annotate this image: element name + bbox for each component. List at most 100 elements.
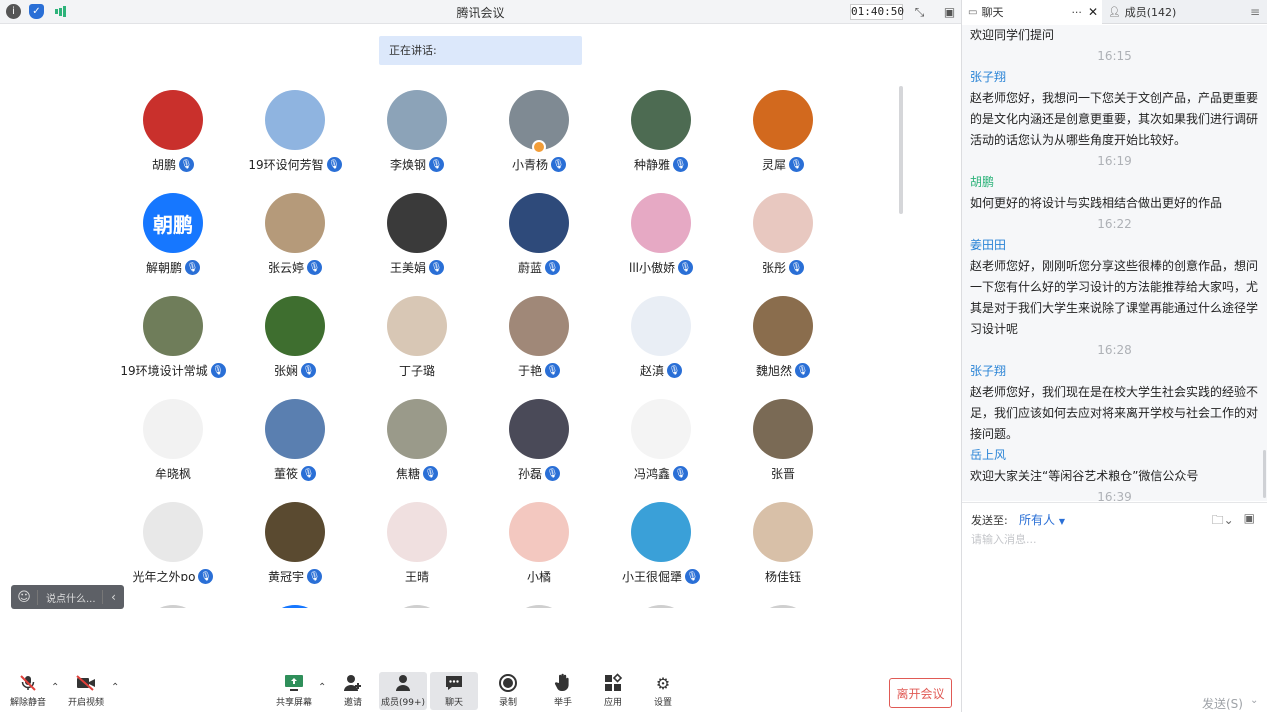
chevron-up-icon[interactable]: ⌃ xyxy=(111,682,119,693)
participant-name-row: 张云婷 🎙︎ xyxy=(234,259,356,276)
comment-box[interactable]: ☺ 说点什么... ‹ xyxy=(11,585,124,609)
avatar xyxy=(265,90,325,150)
participant-tile[interactable]: 张彤 🎙︎ xyxy=(722,191,842,287)
layout-toggle-icon[interactable]: ▣ xyxy=(941,4,958,20)
participant-name: 牟晓枫 xyxy=(154,467,191,481)
participant-name: 胡鹏 xyxy=(151,158,176,172)
participant-tile[interactable]: 小青杨 🎙︎ xyxy=(478,88,600,184)
participant-name: 黄冠宇 xyxy=(267,570,304,584)
participant-tile[interactable]: 光年之外ɒo 🎙︎ xyxy=(112,500,234,596)
chevron-up-icon[interactable]: ⌃ xyxy=(318,682,326,693)
participant-name: 张晋 xyxy=(770,467,795,481)
participant-tile[interactable]: 小王很倔犟 🎙︎ xyxy=(600,500,722,596)
raise-hand-button[interactable]: 举手 xyxy=(539,672,587,710)
mic-icon: 🎙︎ xyxy=(789,157,804,172)
participant-tile[interactable]: 牟晓枫 xyxy=(112,397,234,493)
participant-tile[interactable] xyxy=(234,603,356,608)
screenshot-icon[interactable]: ▣ xyxy=(1244,511,1255,532)
settings-button[interactable]: ⚙ 设置 xyxy=(639,672,687,710)
meeting-window: i ✓ 腾讯会议 01:40:50 ⤡ ▣ 正在讲话: 胡鹏 🎙︎ 19环设何芳智 🎙… xyxy=(0,0,1267,712)
send-target-dropdown[interactable]: 所有人 ▼ xyxy=(1019,511,1065,528)
avatar xyxy=(753,502,813,562)
mic-icon: 🎙︎ xyxy=(198,569,214,584)
emoji-icon[interactable]: ☺ xyxy=(11,590,37,605)
participant-tile[interactable]: 李焕钢 🎙︎ xyxy=(356,88,478,184)
leave-meeting-button[interactable]: 离开会议 xyxy=(889,678,952,708)
participant-name: 种静雅 xyxy=(633,158,670,172)
participant-tile[interactable]: 魏旭然 🎙︎ xyxy=(722,294,842,390)
comment-input[interactable]: 说点什么... xyxy=(37,589,102,605)
participant-tile[interactable]: 黄冠宇 🎙︎ xyxy=(234,500,356,596)
participant-tile[interactable]: 张云婷 🎙︎ xyxy=(234,191,356,287)
participant-tile[interactable]: 小橘 xyxy=(478,500,600,596)
participant-tile[interactable]: 蔚蓝 🎙︎ xyxy=(478,191,600,287)
speaking-banner: 正在讲话: xyxy=(379,36,582,65)
avatar xyxy=(265,502,325,562)
participant-tile[interactable]: 灵犀 🎙︎ xyxy=(722,88,842,184)
window-title: 腾讯会议 xyxy=(456,6,505,20)
participant-name-row: 灵犀 🎙︎ xyxy=(722,156,842,173)
collapse-icon[interactable]: ‹ xyxy=(102,590,124,604)
mic-icon: 🎙︎ xyxy=(307,260,322,275)
invite-button[interactable]: 邀请 xyxy=(329,672,377,710)
participant-tile[interactable] xyxy=(478,603,600,608)
avatar xyxy=(631,296,691,356)
more-icon[interactable]: ··· xyxy=(1071,6,1082,19)
avatar xyxy=(265,399,325,459)
participant-tile[interactable]: 胡鹏 🎙︎ xyxy=(112,88,234,184)
participant-tile[interactable]: 张晋 xyxy=(722,397,842,493)
close-icon[interactable]: ✕ xyxy=(1088,5,1098,19)
avatar xyxy=(265,605,325,608)
apps-icon xyxy=(602,672,624,694)
participant-tile[interactable]: 杨佳钰 xyxy=(722,500,842,596)
chevron-up-icon[interactable]: ⌃ xyxy=(51,682,59,693)
participant-tile[interactable]: 张娴 🎙︎ xyxy=(234,294,356,390)
participant-tile[interactable] xyxy=(722,603,842,608)
participant-tile[interactable]: lll小傲娇 🎙︎ xyxy=(600,191,722,287)
participant-tile[interactable]: 赵滇 🎙︎ xyxy=(600,294,722,390)
avatar xyxy=(387,399,447,459)
participant-name-row: lll小傲娇 🎙︎ xyxy=(600,259,722,276)
participant-tile[interactable]: 冯鸿鑫 🎙︎ xyxy=(600,397,722,493)
members-button[interactable]: 成员(99+) xyxy=(379,672,427,710)
participant-tile[interactable]: 王晴 xyxy=(356,500,478,596)
tab-members[interactable]: 👤︎ 成员(142) xyxy=(1102,0,1242,24)
participant-tile[interactable]: 董筱 🎙︎ xyxy=(234,397,356,493)
mic-icon: 🎙︎ xyxy=(545,363,560,378)
tab-chat[interactable]: ▭ 聊天 ··· ✕ xyxy=(962,0,1102,24)
participant-tile[interactable]: 19环境设计常城 🎙︎ xyxy=(112,294,234,390)
caret-down-icon: ▼ xyxy=(1058,517,1065,526)
chat-button[interactable]: 聊天 xyxy=(430,672,478,710)
exit-fullscreen-icon[interactable]: ⤡ xyxy=(911,4,928,20)
record-button[interactable]: 录制 xyxy=(484,672,532,710)
participant-tile[interactable]: 孙磊 🎙︎ xyxy=(478,397,600,493)
avatar xyxy=(631,502,691,562)
participant-tile[interactable] xyxy=(112,603,234,608)
mic-icon: 🎙︎ xyxy=(545,466,560,481)
record-icon xyxy=(497,672,519,694)
chat-scrollbar[interactable] xyxy=(1263,450,1266,498)
add-user-icon xyxy=(342,672,364,694)
unmute-button[interactable]: 解除静音 xyxy=(4,672,52,710)
file-icon[interactable]: 🗀︎⌄ xyxy=(1212,511,1234,532)
video-label: 开启视频 xyxy=(67,698,104,708)
participant-tile[interactable]: 焦糖 🎙︎ xyxy=(356,397,478,493)
participant-tile[interactable] xyxy=(600,603,722,608)
participant-tile[interactable]: 于艳 🎙︎ xyxy=(478,294,600,390)
grid-scrollbar[interactable] xyxy=(899,86,903,214)
participant-tile[interactable]: 朝鹏 解朝鹏 🎙︎ xyxy=(112,191,234,287)
participant-tile[interactable]: 丁子璐 xyxy=(356,294,478,390)
participant-tile[interactable]: 种静雅 🎙︎ xyxy=(600,88,722,184)
apps-button[interactable]: 应用 xyxy=(589,672,637,710)
participant-name: 董筱 xyxy=(273,467,298,481)
participant-tile[interactable] xyxy=(356,603,478,608)
menu-icon[interactable]: ≡ xyxy=(1243,0,1267,24)
start-video-button[interactable]: 开启视频 xyxy=(62,672,110,710)
participant-tile[interactable]: 19环设何芳智 🎙︎ xyxy=(234,88,356,184)
participant-name-row: 赵滇 🎙︎ xyxy=(600,362,722,379)
chevron-down-icon[interactable]: ⌄ xyxy=(1250,695,1258,706)
share-screen-button[interactable]: 共享屏幕 xyxy=(270,672,318,710)
message-input[interactable]: 请输入消息... xyxy=(971,531,1037,547)
participant-tile[interactable]: 王美娟 🎙︎ xyxy=(356,191,478,287)
send-button[interactable]: 发送(S) xyxy=(1202,695,1243,712)
